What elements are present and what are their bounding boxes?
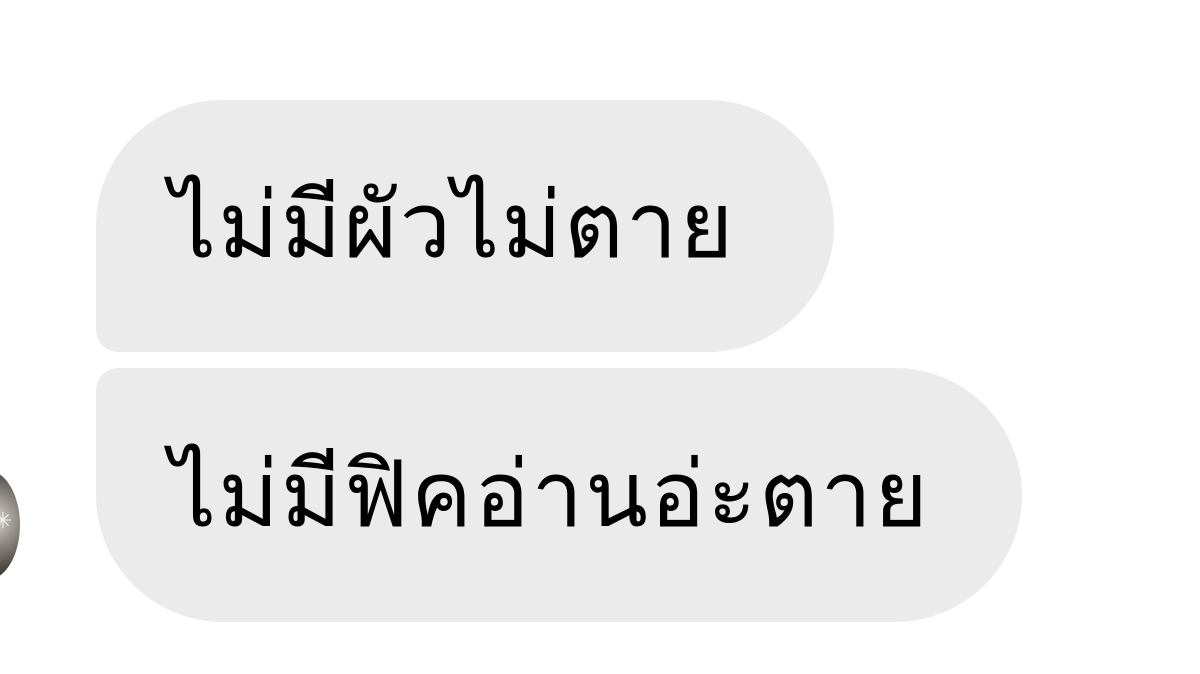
- avatar-image-icon: ✳: [0, 509, 13, 534]
- chat-thread: ไม่มีผัวไม่ตาย ไม่มีฟิคอ่านอ่ะตาย ✳: [0, 0, 1200, 674]
- message-bubble-1[interactable]: ไม่มีผัวไม่ตาย: [96, 100, 834, 352]
- message-bubble-2[interactable]: ไม่มีฟิคอ่านอ่ะตาย: [96, 368, 1022, 622]
- message-text-1: ไม่มีผัวไม่ตาย: [170, 172, 736, 279]
- avatar[interactable]: ✳: [0, 470, 20, 580]
- message-text-2: ไม่มีฟิคอ่านอ่ะตาย: [170, 441, 931, 548]
